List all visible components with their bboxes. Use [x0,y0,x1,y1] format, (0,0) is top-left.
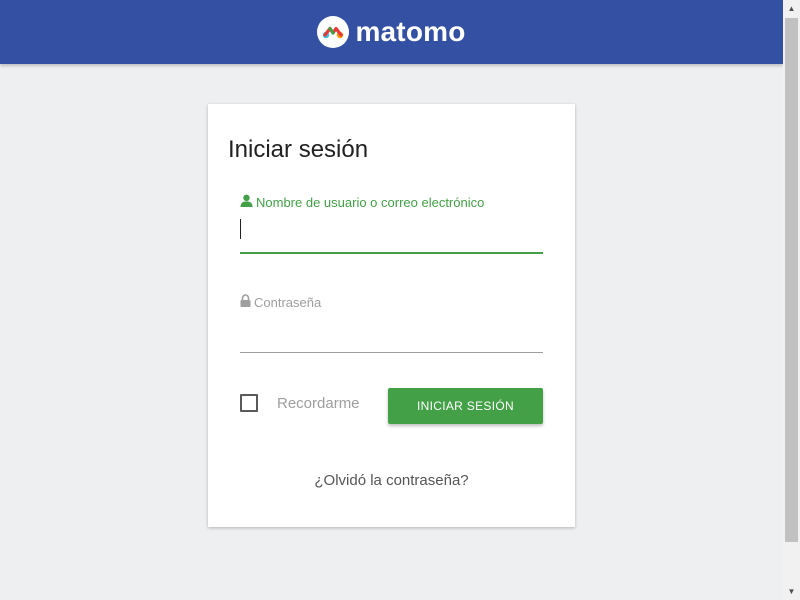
matomo-logo-icon [317,16,350,48]
login-card: Iniciar sesión Nombre de usuario o corre… [208,104,575,527]
password-input[interactable] [240,320,543,353]
username-label: Nombre de usuario o correo electrónico [240,194,484,210]
password-label-text: Contraseña [254,294,322,310]
scrollbar-thumb[interactable] [785,18,798,542]
remember-me[interactable]: Recordarme [240,394,360,412]
matomo-logo[interactable]: matomo [317,16,465,48]
text-cursor [240,219,241,239]
username-input[interactable] [240,220,543,254]
brand-name: matomo [355,16,466,47]
lock-icon [240,294,251,310]
top-header: matomo [0,0,783,64]
remember-label[interactable]: Recordarme [277,395,360,412]
login-title: Iniciar sesión [228,136,369,163]
password-label: Contraseña [240,294,321,310]
scroll-up-arrow-icon[interactable]: ▲ [783,0,800,17]
login-button[interactable]: INICIAR SESIÓN [388,388,543,424]
scroll-down-arrow-icon[interactable]: ▼ [783,583,800,600]
username-label-text: Nombre de usuario o correo electrónico [256,194,485,210]
user-icon [240,194,253,210]
remember-checkbox[interactable] [240,394,258,412]
vertical-scrollbar[interactable]: ▲ ▼ [783,0,800,600]
forgot-password-link[interactable]: ¿Olvidó la contraseña? [208,472,575,489]
